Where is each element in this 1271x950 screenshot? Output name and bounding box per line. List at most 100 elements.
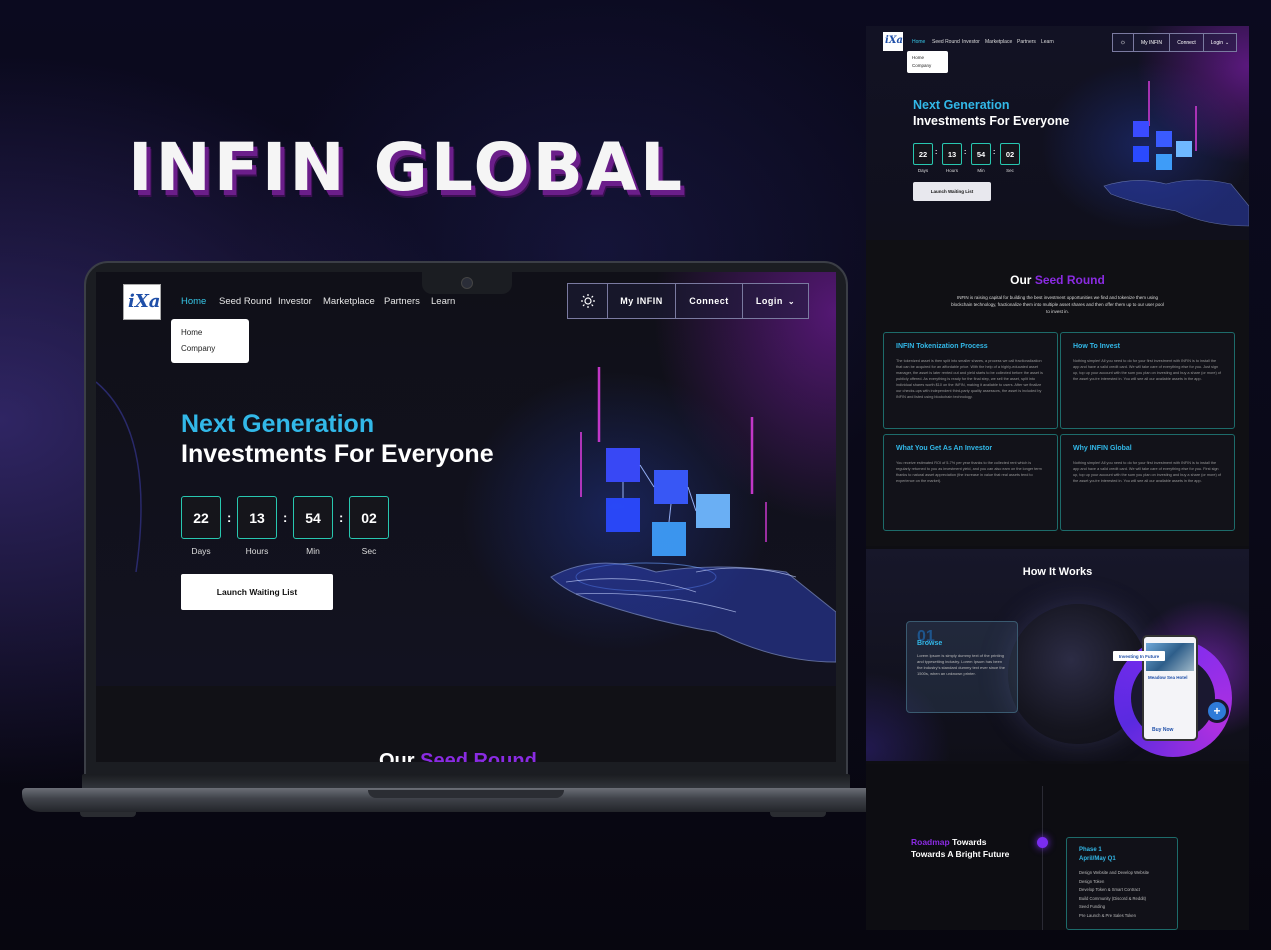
roadmap-title-accent: Roadmap <box>911 837 950 847</box>
step-title: Browse <box>917 640 943 647</box>
countdown-separator: : <box>993 149 996 156</box>
seed-title-accent: Seed Round <box>1034 273 1105 287</box>
card-title: INFIN Tokenization Process <box>896 343 988 350</box>
roadmap-title-rest: Towards <box>952 837 987 847</box>
preview-label-sec: Sec <box>1006 168 1014 173</box>
theme-toggle-button[interactable] <box>568 284 608 318</box>
preview-nav-investor[interactable]: Investor <box>962 39 980 45</box>
preview-connect-button[interactable]: Connect <box>1170 34 1204 51</box>
full-page-preview: iXa Home Seed Round Investor Marketplace… <box>866 26 1249 930</box>
countdown-label-min: Min <box>306 546 320 556</box>
home-dropdown: Home Company <box>171 319 249 363</box>
brand-title: INFIN GLOBAL <box>128 129 686 206</box>
preview-login-button[interactable]: Login ⌄ <box>1204 34 1236 51</box>
nav-marketplace[interactable]: Marketplace <box>323 296 375 307</box>
preview-hero-heading-accent: Next Generation <box>913 98 1010 112</box>
seed-round-heading: Our Seed Round <box>379 750 537 762</box>
countdown-min: 54 <box>293 496 333 539</box>
countdown-separator: : <box>964 149 967 156</box>
phase-item: Design Website and Develop Website <box>1079 870 1150 875</box>
card-title: How To Invest <box>1073 343 1120 350</box>
chevron-down-icon: ⌄ <box>787 296 796 306</box>
phase-item: Seed Funding <box>1079 904 1106 909</box>
my-infin-button[interactable]: My INFIN <box>608 284 676 318</box>
card-body: You receive estimated ROI of 5-7% per ye… <box>896 461 1042 483</box>
launch-waiting-list-button[interactable]: Launch Waiting List <box>181 574 333 610</box>
nav-home[interactable]: Home <box>181 296 206 307</box>
phone-listing-title: Meadow Sea Hotel <box>1148 675 1188 680</box>
preview-dropdown-company[interactable]: Company <box>912 62 943 70</box>
nav-partners[interactable]: Partners <box>384 296 420 307</box>
preview-nav-button-group: ☼ My INFIN Connect Login ⌄ <box>1112 33 1237 52</box>
phase-item: Design Token <box>1079 878 1105 884</box>
seed-round-description: INFIN is raising capital for building th… <box>951 295 1164 314</box>
roadmap-title-line2: Towards A Bright Future <box>911 849 1010 859</box>
hero-heading-accent: Next Generation <box>181 410 375 438</box>
card-body: The tokenized asset is then split into s… <box>896 359 1043 399</box>
investing-chip: Investing In Future <box>1113 651 1165 661</box>
seed-title-white: Our <box>1010 273 1032 287</box>
roadmap-timeline <box>1042 786 1043 930</box>
phase-period: April/May Q1 <box>1079 856 1116 862</box>
seed-title-white: Our <box>379 750 415 762</box>
preview-my-infin-button[interactable]: My INFIN <box>1134 34 1170 51</box>
card-title: What You Get As An Investor <box>896 445 993 452</box>
nav-learn[interactable]: Learn <box>431 296 455 307</box>
camera-notch <box>422 272 512 294</box>
nav-seed-round[interactable]: Seed Round <box>219 296 272 307</box>
phase-card: Phase 1 April/May Q1 Design Website and … <box>1066 837 1178 930</box>
preview-hero: iXa Home Seed Round Investor Marketplace… <box>866 26 1249 240</box>
countdown-separator: : <box>935 149 938 156</box>
connect-button[interactable]: Connect <box>676 284 743 318</box>
countdown-separator: : <box>283 510 288 525</box>
preview-nav-seed-round[interactable]: Seed Round <box>932 39 960 45</box>
laptop-screen: iXa Home Seed Round Investor Marketplace… <box>96 272 836 762</box>
preview-logo[interactable]: iXa <box>883 32 903 51</box>
card-how-to-invest: How To Invest Nothing simpler! All you n… <box>1060 332 1235 429</box>
preview-countdown-min: 54 <box>971 143 991 165</box>
nav-investor[interactable]: Investor <box>278 296 312 307</box>
sun-icon <box>580 294 595 308</box>
card-tokenization: INFIN Tokenization Process The tokenized… <box>883 332 1058 429</box>
card-body: Nothing simpler! All you need to do for … <box>1073 461 1221 483</box>
preview-launch-button[interactable]: Launch Waiting List <box>913 182 991 201</box>
preview-label-hours: Hours <box>945 168 958 173</box>
preview-nav-marketplace[interactable]: Marketplace <box>985 39 1012 45</box>
dropdown-item-company[interactable]: Company <box>181 341 239 357</box>
chevron-down-icon: ⌄ <box>1225 39 1230 46</box>
preview-nav-learn[interactable]: Learn <box>1041 39 1054 45</box>
countdown-days: 22 <box>181 496 221 539</box>
preview-nav-partners[interactable]: Partners <box>1017 39 1036 45</box>
step-body: Lorem Ipsum is simply dummy text of the … <box>917 653 1005 676</box>
countdown-separator: : <box>227 510 232 525</box>
plus-icon[interactable]: + <box>1205 699 1229 723</box>
laptop-foot <box>770 812 826 817</box>
preview-label-days: Days <box>917 168 929 173</box>
sun-icon: ☼ <box>1119 39 1127 46</box>
preview-countdown-hours: 13 <box>942 143 962 165</box>
how-it-works-title: How It Works <box>1022 566 1093 578</box>
preview-dropdown-home[interactable]: Home <box>912 54 943 62</box>
nav-button-group: My INFIN Connect Login ⌄ <box>567 283 809 319</box>
preview-label-min: Min <box>977 168 985 173</box>
laptop-foot <box>80 812 136 817</box>
seed-round-section: Our Seed Round INFIN is raising capital … <box>866 240 1249 546</box>
preview-nav-home[interactable]: Home <box>912 39 925 45</box>
phase-item: Develop Token & Smart Contract <box>1079 887 1140 892</box>
preview-hero-heading: Investments For Everyone <box>913 114 1070 128</box>
hero-section: iXa Home Seed Round Investor Marketplace… <box>96 272 836 686</box>
preview-countdown-sec: 02 <box>1000 143 1020 165</box>
phone-buy-button[interactable]: Buy Now <box>1152 727 1173 733</box>
countdown-sec: 02 <box>349 496 389 539</box>
laptop-groove <box>368 790 564 798</box>
logo[interactable]: iXa <box>123 284 161 320</box>
countdown-label-hours: Hours <box>245 546 269 556</box>
seed-title-accent: Seed Round <box>420 750 537 762</box>
dropdown-item-home[interactable]: Home <box>181 325 239 341</box>
login-button[interactable]: Login ⌄ <box>743 284 808 318</box>
preview-theme-toggle[interactable]: ☼ <box>1113 34 1134 51</box>
how-it-works-section: How It Works 01 Browse Lorem Ipsum is si… <box>866 549 1249 761</box>
countdown-label-days: Days <box>191 546 211 556</box>
roadmap-title: Roadmap Towards Towards A Bright Future <box>911 836 1009 860</box>
roadmap-section: Roadmap Towards Towards A Bright Future … <box>866 764 1249 930</box>
